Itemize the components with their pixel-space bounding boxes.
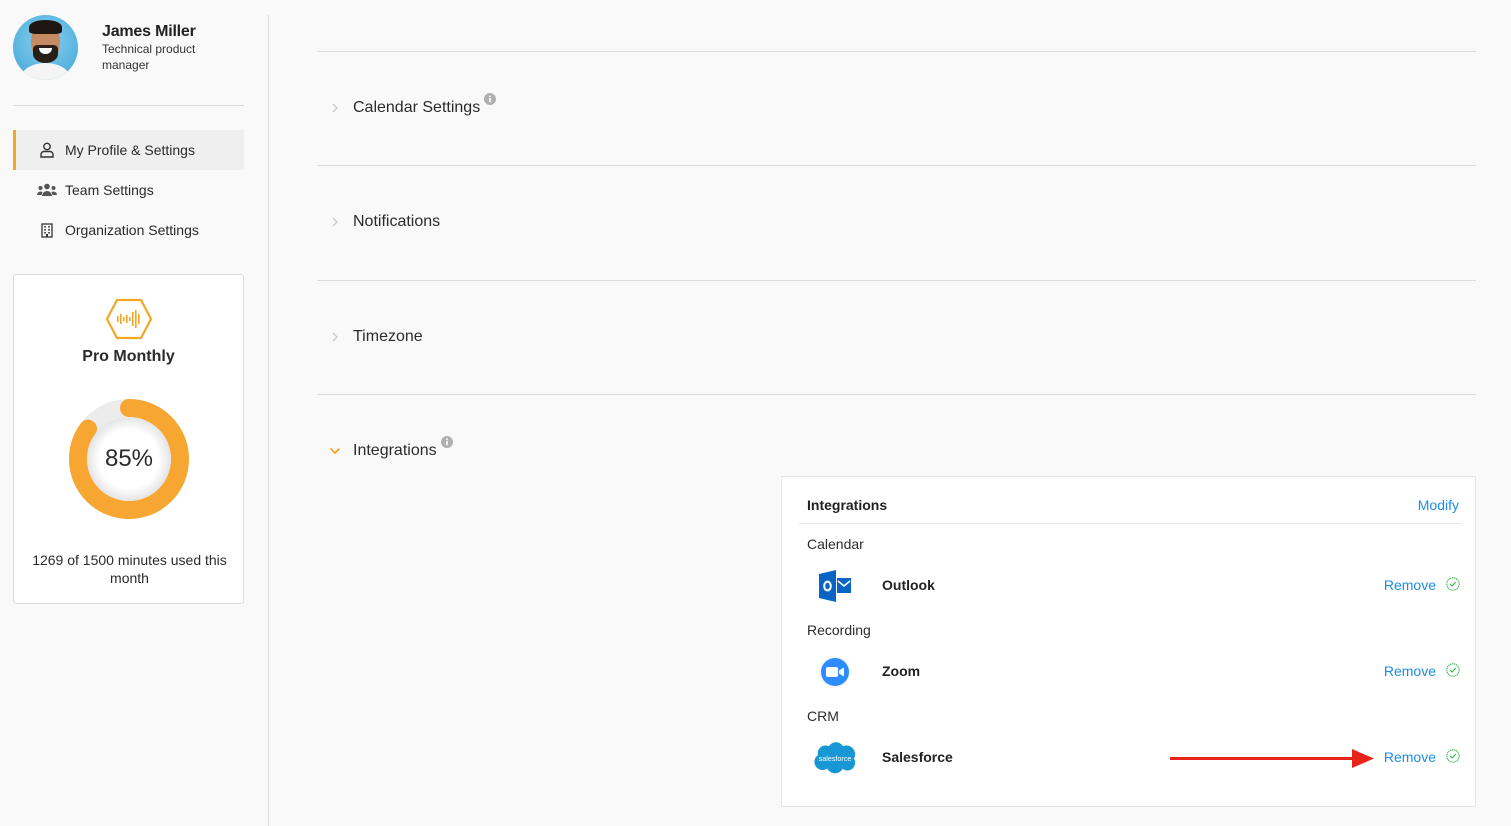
sidebar-item-label: Team Settings	[65, 182, 154, 198]
chevron-right-icon	[317, 102, 353, 114]
section-title: Integrations	[353, 442, 437, 459]
modify-button[interactable]: Modify	[1418, 497, 1459, 513]
building-icon	[37, 222, 57, 238]
audio-wave-hexagon-icon	[105, 298, 153, 345]
team-icon	[37, 183, 57, 197]
section-notifications[interactable]: Notifications	[317, 207, 440, 237]
info-icon[interactable]	[484, 92, 497, 110]
check-circle-icon	[1446, 663, 1460, 682]
sidebar-item-team-settings[interactable]: Team Settings	[13, 170, 244, 210]
integration-row-outlook: Outlook Remove	[807, 566, 1460, 606]
section-title: Calendar Settings	[353, 99, 481, 116]
integration-row-zoom: Zoom Remove	[807, 652, 1460, 692]
section-integrations[interactable]: Integrations	[317, 436, 453, 466]
category-label: Calendar	[807, 536, 864, 552]
sidebar-item-my-profile-settings[interactable]: My Profile & Settings	[13, 130, 244, 170]
sidebar-divider	[13, 105, 244, 106]
remove-zoom-button[interactable]: Remove	[1384, 663, 1436, 679]
section-title: Timezone	[353, 328, 423, 345]
category-label: CRM	[807, 708, 839, 724]
remove-salesforce-button[interactable]: Remove	[1384, 749, 1436, 765]
integrations-card-title: Integrations	[807, 497, 888, 513]
annotation-arrow-icon	[1170, 749, 1374, 768]
outlook-logo	[812, 566, 858, 606]
section-divider	[317, 394, 1476, 395]
integration-name: Outlook	[882, 577, 935, 593]
salesforce-logo: salesforce	[812, 738, 858, 778]
category-label: Recording	[807, 622, 871, 638]
integration-name: Zoom	[882, 663, 921, 679]
chevron-right-icon	[317, 331, 353, 343]
sidebar-nav: My Profile & Settings Team Settings Orga…	[13, 130, 244, 250]
check-circle-icon	[1446, 749, 1460, 768]
sidebar-border	[268, 15, 269, 826]
section-title: Notifications	[353, 213, 441, 230]
chevron-down-icon	[317, 447, 353, 455]
user-icon	[37, 142, 57, 158]
sidebar-item-label: Organization Settings	[65, 222, 199, 238]
section-timezone[interactable]: Timezone	[317, 322, 423, 352]
profile-header: James Miller Technical product manager	[13, 15, 253, 81]
sidebar: James Miller Technical product manager M…	[0, 0, 268, 826]
section-divider	[317, 280, 1476, 281]
plan-name: Pro Monthly	[82, 348, 175, 365]
info-icon[interactable]	[440, 435, 453, 453]
usage-text: 1269 of 1500 minutes used this month	[32, 552, 227, 586]
salesforce-logo-text: salesforce	[819, 755, 852, 763]
plan-card: Pro Monthly 85% 1269 of 1500 minutes use…	[13, 274, 244, 604]
profile-name: James Miller	[102, 23, 196, 40]
profile-role: Technical product manager	[102, 42, 196, 72]
sidebar-item-organization-settings[interactable]: Organization Settings	[13, 210, 244, 250]
section-divider	[317, 165, 1476, 166]
integration-name: Salesforce	[882, 749, 953, 765]
sidebar-item-label: My Profile & Settings	[65, 142, 195, 158]
check-circle-icon	[1446, 577, 1460, 596]
card-divider	[799, 523, 1461, 524]
chevron-right-icon	[317, 216, 353, 228]
app: James Miller Technical product manager M…	[0, 0, 1511, 826]
avatar[interactable]	[13, 15, 78, 80]
usage-percent: 85%	[104, 445, 154, 472]
settings-main: Calendar Settings Notifications Timezone…	[317, 0, 1476, 826]
section-divider	[317, 51, 1476, 52]
section-calendar-settings[interactable]: Calendar Settings	[317, 92, 497, 123]
remove-outlook-button[interactable]: Remove	[1384, 577, 1436, 593]
zoom-logo	[812, 652, 858, 692]
